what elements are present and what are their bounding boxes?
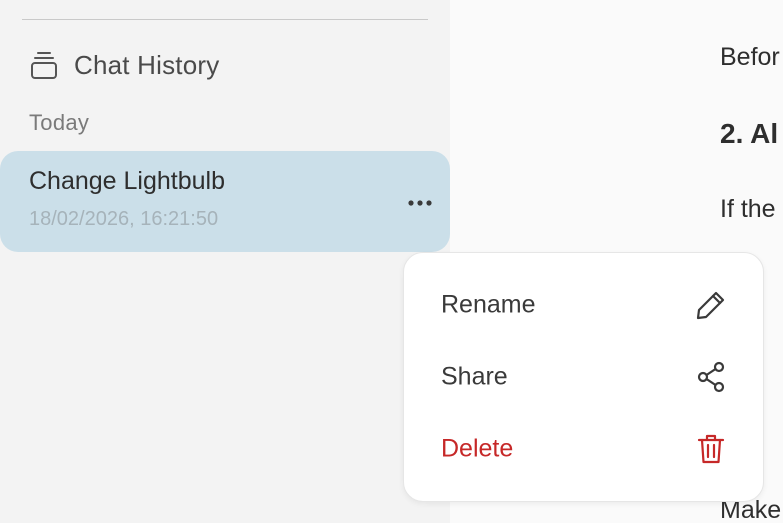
delete-label: Delete xyxy=(441,434,514,463)
sidebar: Chat History Today Change Lightbulb 18/0… xyxy=(0,0,450,523)
more-horizontal-icon xyxy=(407,199,433,207)
content-heading: 2. Al xyxy=(720,118,779,149)
share-menu-item[interactable]: Share xyxy=(404,345,763,409)
content-line: If the xyxy=(720,195,776,223)
share-label: Share xyxy=(441,362,508,391)
chat-title: Change Lightbulb xyxy=(29,167,225,195)
chat-timestamp: 18/02/2026, 16:21:50 xyxy=(29,208,219,230)
rename-label: Rename xyxy=(441,290,536,319)
chat-list-item[interactable]: Change Lightbulb 18/02/2026, 16:21:50 xyxy=(0,151,450,252)
divider xyxy=(22,19,428,20)
trash-icon xyxy=(694,432,728,466)
pencil-icon xyxy=(694,288,728,322)
section-label-today: Today xyxy=(29,110,90,135)
context-menu: Rename Share Delete xyxy=(403,252,764,502)
chat-history-header: Chat History xyxy=(28,46,219,84)
stack-icon xyxy=(28,49,60,81)
chat-history-title: Chat History xyxy=(74,49,220,80)
more-options-button[interactable] xyxy=(404,191,436,215)
rename-menu-item[interactable]: Rename xyxy=(404,273,763,337)
share-icon xyxy=(694,360,728,394)
delete-menu-item[interactable]: Delete xyxy=(404,417,763,481)
content-line: Befor xyxy=(720,43,780,71)
